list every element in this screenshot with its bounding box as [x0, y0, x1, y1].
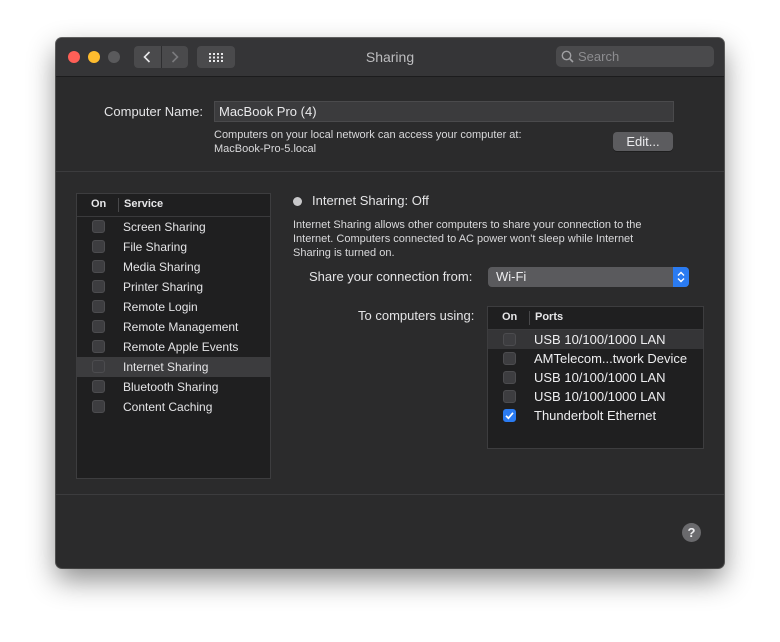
help-button[interactable]: ? [682, 523, 701, 542]
column-header-ports: Ports [535, 311, 564, 323]
port-label: AMTelecom...twork Device [534, 351, 688, 366]
to-computers-label: To computers using: [358, 308, 475, 323]
port-label: USB 10/100/1000 LAN [534, 370, 666, 385]
port-row[interactable]: Thunderbolt Ethernet [488, 406, 703, 425]
updown-arrows-icon [673, 267, 689, 287]
service-row[interactable]: Bluetooth Sharing [77, 377, 270, 397]
service-checkbox[interactable] [92, 240, 105, 253]
service-label: Bluetooth Sharing [123, 380, 219, 394]
share-from-label: Share your connection from: [309, 269, 473, 284]
port-checkbox[interactable] [503, 352, 516, 365]
service-row[interactable]: Internet Sharing [77, 357, 270, 377]
service-label: Printer Sharing [123, 280, 204, 294]
search-icon [561, 50, 574, 63]
service-checkbox[interactable] [92, 360, 105, 373]
service-label: Internet Sharing [123, 360, 209, 374]
description-line-3: Sharing is turned on. [293, 247, 395, 259]
service-label: Content Caching [123, 400, 213, 414]
sharing-window: Sharing Computer Name: MacBook Pro (4) C… [56, 38, 724, 568]
column-header-on: On [502, 311, 518, 323]
port-checkbox[interactable] [503, 333, 516, 346]
port-checkbox[interactable] [503, 371, 516, 384]
share-from-popup[interactable]: Wi-Fi [488, 267, 689, 287]
port-label: Thunderbolt Ethernet [534, 408, 657, 423]
service-checkbox[interactable] [92, 340, 105, 353]
service-checkbox[interactable] [92, 380, 105, 393]
local-hostname: MacBook-Pro-5.local [214, 143, 317, 155]
port-row[interactable]: USB 10/100/1000 LAN [488, 387, 703, 406]
column-header-service: Service [124, 198, 164, 210]
share-from-value: Wi-Fi [496, 269, 527, 284]
internet-sharing-status: Internet Sharing: Off [312, 193, 429, 208]
service-label: Remote Login [123, 300, 198, 314]
description-line-2: Internet. Computers connected to AC powe… [293, 233, 634, 245]
computer-name-label: Computer Name: [104, 104, 203, 119]
service-label: Remote Management [123, 320, 239, 334]
port-row[interactable]: USB 10/100/1000 LAN [488, 330, 703, 349]
edit-button[interactable]: Edit... [613, 132, 673, 151]
divider [56, 494, 724, 495]
port-label: USB 10/100/1000 LAN [534, 389, 666, 404]
service-row[interactable]: Printer Sharing [77, 277, 270, 297]
service-row[interactable]: Remote Login [77, 297, 270, 317]
ports-header: On Ports [488, 307, 703, 330]
column-separator [118, 198, 119, 212]
ports-list: On Ports USB 10/100/1000 LAN AMTelecom...… [487, 306, 704, 449]
service-label: Remote Apple Events [123, 340, 239, 354]
divider [56, 171, 724, 172]
port-checkbox[interactable] [503, 390, 516, 403]
port-label: USB 10/100/1000 LAN [534, 332, 666, 347]
service-checkbox[interactable] [92, 300, 105, 313]
service-checkbox[interactable] [92, 280, 105, 293]
port-row[interactable]: USB 10/100/1000 LAN [488, 368, 703, 387]
port-row[interactable]: AMTelecom...twork Device [488, 349, 703, 368]
computer-name-field[interactable]: MacBook Pro (4) [214, 101, 674, 122]
service-checkbox[interactable] [92, 400, 105, 413]
column-separator [529, 311, 530, 325]
search-field [556, 46, 714, 67]
network-access-info: Computers on your local network can acce… [214, 129, 522, 141]
service-checkbox[interactable] [92, 320, 105, 333]
service-checkbox[interactable] [92, 220, 105, 233]
service-label: File Sharing [123, 240, 188, 254]
services-header: On Service [77, 194, 270, 217]
service-checkbox[interactable] [92, 260, 105, 273]
column-header-on: On [91, 198, 107, 210]
services-list: On Service Screen Sharing File Sharing Med… [76, 193, 271, 479]
service-row[interactable]: Screen Sharing [77, 217, 270, 237]
description-line-1: Internet Sharing allows other computers … [293, 219, 642, 231]
port-checkbox[interactable] [503, 409, 516, 422]
service-label: Screen Sharing [123, 220, 206, 234]
service-row[interactable]: Remote Management [77, 317, 270, 337]
service-row[interactable]: Content Caching [77, 397, 270, 417]
service-row[interactable]: File Sharing [77, 237, 270, 257]
service-label: Media Sharing [123, 260, 201, 274]
service-row[interactable]: Media Sharing [77, 257, 270, 277]
title-bar: Sharing [56, 38, 724, 77]
status-indicator [293, 197, 302, 206]
checkmark-icon [505, 412, 514, 420]
service-row[interactable]: Remote Apple Events [77, 337, 270, 357]
search-input[interactable] [578, 47, 708, 65]
